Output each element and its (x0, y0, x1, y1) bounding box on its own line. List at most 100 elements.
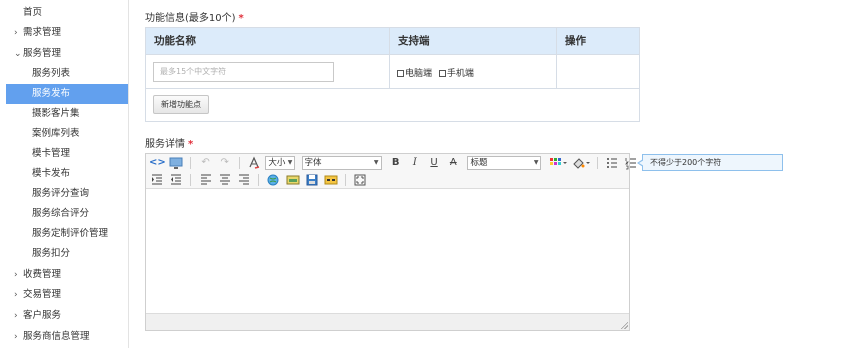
function-name-input[interactable]: 最多15个中文字符 (153, 62, 334, 82)
sidebar-item-label: 服务管理 (23, 48, 62, 59)
preview-icon[interactable] (168, 155, 184, 171)
sidebar-item-14[interactable]: › 交易管理 (6, 285, 128, 305)
sidebar-item-label: 客户服务 (23, 310, 62, 321)
highlight-color-icon[interactable] (571, 155, 591, 171)
link-globe-icon[interactable] (265, 172, 281, 188)
sidebar-item-4[interactable]: 服务发布 (6, 84, 128, 104)
toolbar-separator (258, 174, 260, 186)
detail-title-text: 服务详情 (145, 139, 185, 150)
sidebar-nav: 首页 › 需求管理 ⌄ 服务管理 服务列表 服务发布 摄影客片集 案例库列表 模卡管理 模卡发布 服务… (0, 0, 129, 348)
chevron-down-icon: ▼ (287, 159, 293, 166)
sidebar-item-9[interactable]: 服务评分查询 (6, 184, 128, 204)
sidebar-item-label: 服务发布 (32, 88, 71, 99)
add-function-button[interactable]: 新增功能点 (153, 95, 209, 114)
chevron-down-icon: ⌄ (14, 49, 22, 59)
sidebar-item-label: 服务定制评价管理 (32, 228, 109, 239)
sidebar-item-10[interactable]: 服务综合评分 (6, 204, 128, 224)
column-divider (389, 28, 390, 89)
align-center-icon[interactable] (217, 172, 233, 188)
sidebar-item-label: 服务综合评分 (32, 208, 90, 219)
sidebar-item-label: 服务扣分 (32, 248, 71, 259)
pc-checkbox[interactable] (397, 70, 404, 77)
font-size-value: 大小 (268, 158, 286, 168)
strikethrough-icon[interactable]: A (445, 155, 461, 171)
chevron-down-icon: ▼ (533, 159, 539, 166)
column-divider (556, 28, 557, 89)
resize-handle-icon[interactable] (620, 321, 628, 329)
editor-content-area[interactable] (146, 189, 629, 314)
sidebar-item-15[interactable]: › 客户服务 (6, 306, 128, 326)
sidebar-item-8[interactable]: 模卡发布 (6, 164, 128, 184)
italic-icon[interactable]: I (407, 155, 423, 171)
sidebar-item-label: 收费管理 (23, 269, 62, 280)
sidebar-item-label: 服务评分查询 (32, 188, 90, 199)
emoticon-icon[interactable] (323, 172, 339, 188)
sidebar-item-16[interactable]: › 服务商信息管理 (6, 327, 128, 347)
toolbar-separator (190, 157, 192, 169)
toolbar-separator (238, 157, 240, 169)
sidebar-item-label: 服务列表 (32, 68, 71, 79)
mobile-checkbox[interactable] (438, 70, 446, 77)
sidebar-item-3[interactable]: 服务列表 (6, 64, 128, 84)
chevron-right-icon: › (14, 290, 18, 300)
chevron-right-icon: › (14, 311, 18, 321)
indent-icon[interactable] (149, 172, 165, 188)
underline-icon[interactable]: U (426, 155, 442, 171)
col-header-action: 操作 (565, 35, 586, 47)
function-add-row: 新增功能点 (146, 89, 639, 121)
function-row: 最多15个中文字符 电脑端 手机端 (146, 55, 639, 89)
outdent-icon[interactable] (168, 172, 184, 188)
chevron-right-icon: › (14, 270, 18, 280)
chevron-right-icon: › (14, 28, 18, 38)
sidebar-item-label: 模卡管理 (32, 148, 71, 159)
align-right-icon[interactable] (236, 172, 252, 188)
sidebar-item-label: 首页 (23, 7, 43, 18)
editor-statusbar (146, 313, 629, 330)
source-code-icon[interactable]: <> (149, 155, 166, 171)
required-mark: * (238, 13, 244, 24)
sidebar-item-13[interactable]: › 收费管理 (6, 265, 128, 285)
chevron-right-icon: › (14, 332, 18, 342)
sidebar-item-6[interactable]: 案例库列表 (6, 124, 128, 144)
col-header-support: 支持端 (398, 35, 430, 47)
validation-hint-tooltip: 不得少于200个字符 (637, 154, 783, 171)
sidebar-item-0[interactable]: 首页 (6, 3, 128, 23)
function-table-header: 功能名称 支持端 操作 (146, 28, 639, 55)
insert-image-icon[interactable] (285, 172, 301, 188)
mobile-checkbox-label: 手机端 (446, 69, 474, 79)
toolbar-row-1: <> ↶ ↷ 大小 ▼ 字体 ▼ B I U A 标题 ▼ (149, 155, 639, 171)
text-color-icon[interactable] (548, 155, 568, 171)
sidebar-item-2[interactable]: ⌄ 服务管理 (6, 44, 128, 64)
function-title-text: 功能信息(最多10个) (145, 13, 236, 24)
fullscreen-icon[interactable] (352, 172, 368, 188)
support-checkboxes: 电脑端 手机端 (397, 66, 478, 79)
toolbar-separator (597, 157, 598, 169)
heading-value: 标题 (470, 158, 488, 168)
chevron-down-icon: ▼ (373, 159, 379, 166)
heading-select[interactable]: 标题 ▼ (467, 156, 542, 170)
sidebar-item-label: 交易管理 (23, 289, 62, 300)
function-table: 功能名称 支持端 操作 最多15个中文字符 电脑端 手机端 新增功能点 (145, 27, 640, 122)
sidebar-item-1[interactable]: › 需求管理 (6, 23, 128, 43)
font-family-select[interactable]: 字体 ▼ (301, 156, 382, 170)
format-painter-icon[interactable] (246, 155, 262, 171)
main-content: 功能信息(最多10个) * 功能名称 支持端 操作 最多15个中文字符 电脑端 手… (145, 0, 845, 348)
sidebar-item-label: 案例库列表 (32, 128, 80, 139)
detail-section-title: 服务详情 * (145, 135, 193, 150)
align-left-icon[interactable] (198, 172, 214, 188)
toolbar-row-2 (149, 172, 368, 188)
bold-icon[interactable]: B (388, 155, 404, 171)
unordered-list-icon[interactable] (604, 155, 620, 171)
sidebar-item-7[interactable]: 模卡管理 (6, 144, 128, 164)
sidebar-item-12[interactable]: 服务扣分 (6, 244, 128, 264)
save-disk-icon[interactable] (304, 172, 320, 188)
redo-icon[interactable]: ↷ (217, 155, 233, 171)
undo-icon[interactable]: ↶ (198, 155, 214, 171)
sidebar-item-label: 摄影客片集 (32, 108, 80, 119)
toolbar-separator (190, 174, 192, 186)
sidebar-item-5[interactable]: 摄影客片集 (6, 104, 128, 124)
font-size-select[interactable]: 大小 ▼ (265, 156, 296, 170)
toolbar-separator (345, 174, 347, 186)
sidebar-item-label: 模卡发布 (32, 168, 71, 179)
sidebar-item-11[interactable]: 服务定制评价管理 (6, 224, 128, 244)
